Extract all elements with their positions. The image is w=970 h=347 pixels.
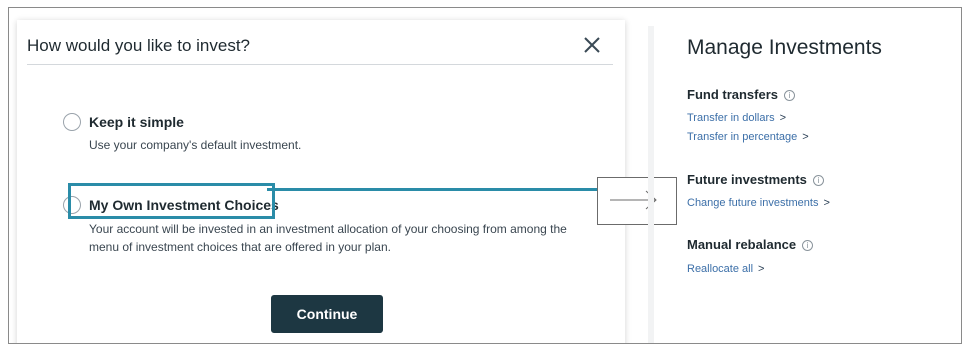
modal-title: How would you like to invest? — [27, 36, 251, 55]
close-icon — [584, 37, 600, 53]
section-fund-transfers-label: Fund transfers — [687, 87, 779, 102]
manage-investments-panel: Manage Investments Fund transfers i Trans… — [657, 26, 961, 343]
chevron-right-icon: > — [758, 263, 765, 275]
info-icon[interactable]: i — [802, 240, 814, 251]
chevron-right-icon: > — [779, 112, 787, 124]
link-transfer-in-dollars[interactable]: Transfer in dollars > — [687, 112, 786, 124]
option-own-choices-description-line1: Your account will be invested in an inve… — [89, 222, 567, 236]
invest-choice-modal: How would you like to invest? Keep it si… — [17, 20, 625, 343]
link-transfer-in-percentage[interactable]: Transfer in percentage > — [687, 131, 809, 143]
section-fund-transfers-title: Fund transfers i — [687, 87, 796, 102]
radio-keep-it-simple[interactable] — [63, 113, 81, 131]
section-future-investments-label: Future investments — [687, 172, 807, 187]
panel-title: Manage Investments — [687, 36, 882, 59]
section-manual-rebalance-title: Manual rebalance i — [687, 237, 814, 252]
link-reallocate-all-label: Reallocate all — [687, 263, 754, 275]
link-reallocate-all[interactable]: Reallocate all > — [687, 263, 764, 275]
modal-header: How would you like to invest? — [27, 30, 613, 65]
option-keep-it-simple-title: Keep it simple — [89, 114, 184, 130]
highlight-box — [68, 183, 275, 219]
info-icon[interactable]: i — [784, 90, 796, 101]
option-own-choices-description-line2: menu of investment choices that are offe… — [89, 240, 391, 254]
link-change-future-investments-label: Change future investments — [687, 197, 819, 209]
panel-divider — [648, 26, 654, 343]
link-transfer-in-dollars-label: Transfer in dollars — [687, 112, 775, 124]
chevron-right-icon: > — [802, 131, 809, 143]
screenshot-frame: How would you like to invest? Keep it si… — [8, 7, 962, 344]
link-change-future-investments[interactable]: Change future investments > — [687, 197, 830, 209]
section-future-investments-title: Future investments i — [687, 172, 824, 187]
continue-button[interactable]: Continue — [271, 295, 383, 333]
chevron-right-icon: > — [823, 197, 830, 209]
link-transfer-in-percentage-label: Transfer in percentage — [687, 131, 798, 143]
section-manual-rebalance-label: Manual rebalance — [687, 237, 797, 252]
close-button[interactable] — [579, 32, 605, 58]
option-keep-it-simple-description: Use your company's default investment. — [89, 138, 302, 152]
annotation-connector-line — [267, 188, 599, 191]
info-icon[interactable]: i — [812, 175, 824, 186]
